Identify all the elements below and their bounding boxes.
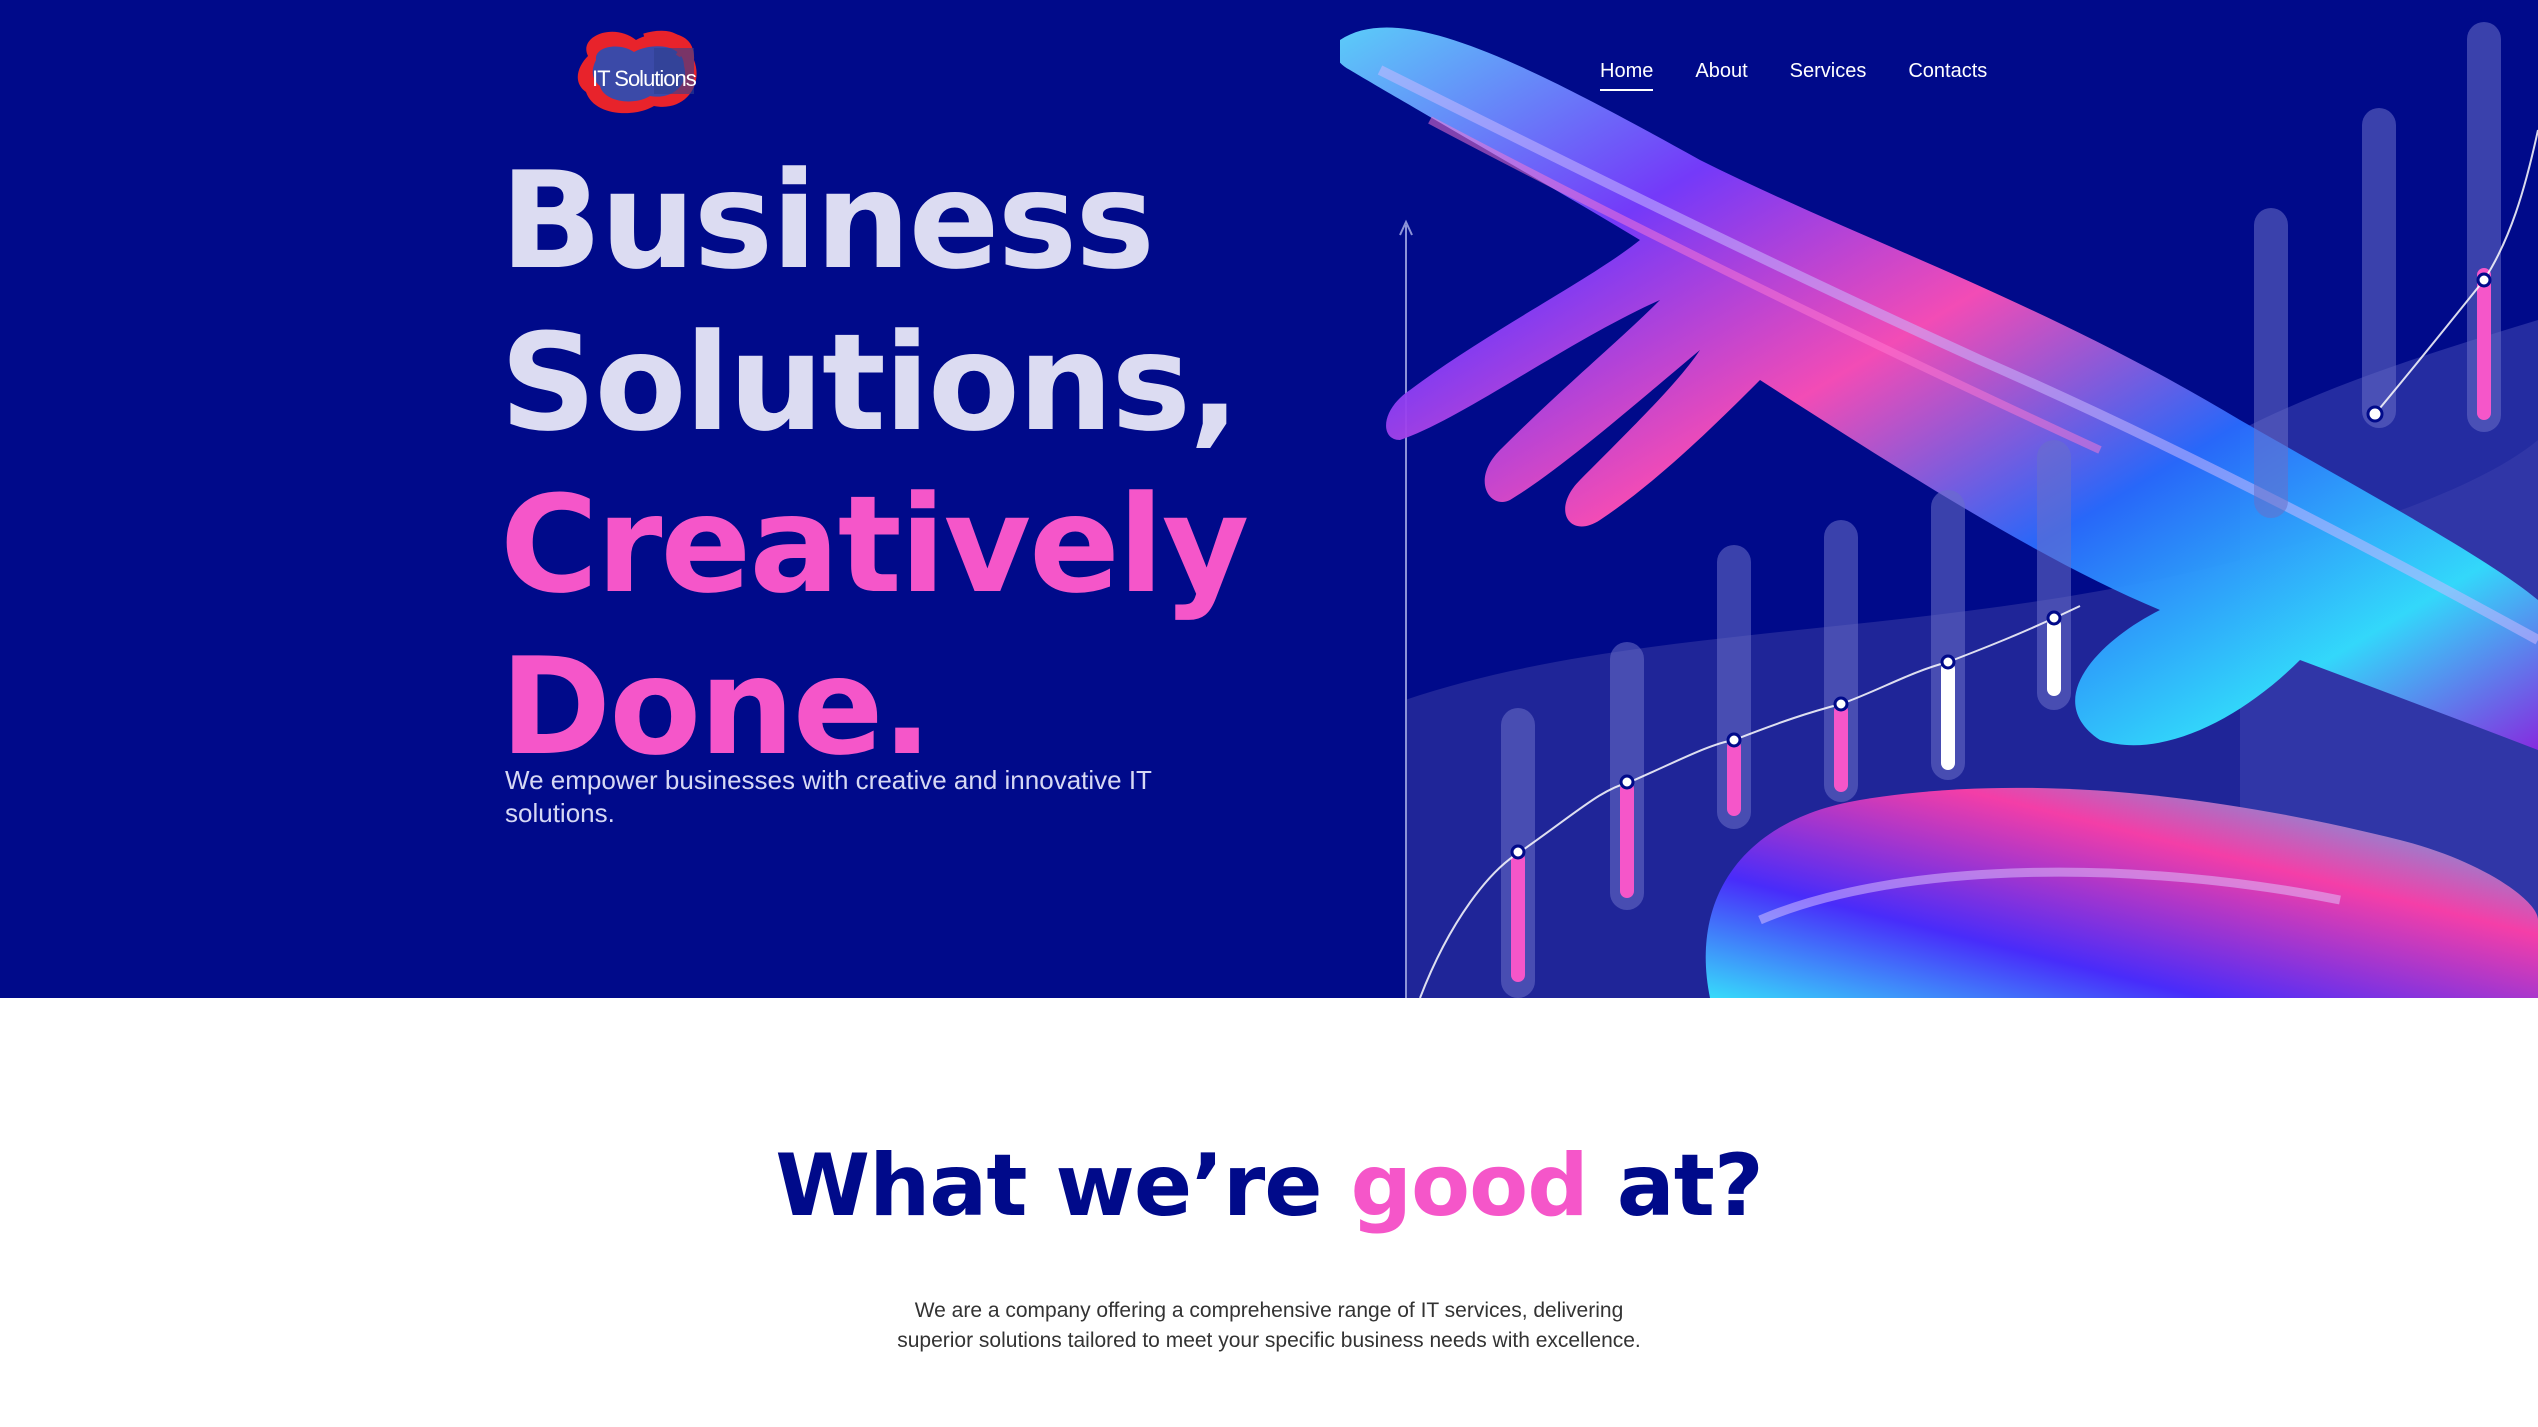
headline-line-2: Solutions, (500, 305, 1240, 461)
section-title: What we’re good at? (0, 1136, 2538, 1236)
section-title-part-1: What we’re (775, 1136, 1351, 1236)
hero-subtitle: We empower businesses with creative and … (505, 765, 1152, 828)
holographic-hand-chart-icon (1340, 22, 2538, 998)
headline-line-1: Business (500, 143, 1155, 299)
company-logo[interactable]: IT Solutions (574, 26, 700, 118)
section-title-part-2: at? (1587, 1136, 1764, 1236)
logo-text: IT Solutions (592, 66, 697, 91)
hero-illustration (1340, 0, 2538, 998)
hero-headline: Business Solutions, Creatively Done. (500, 140, 1249, 788)
section-title-highlight: good (1350, 1136, 1589, 1236)
hero-section: IT Solutions Home About Services Contact… (0, 0, 2538, 998)
section-description: We are a company offering a comprehensiv… (897, 1299, 1641, 1352)
headline-line-3: Creatively (500, 467, 1249, 623)
